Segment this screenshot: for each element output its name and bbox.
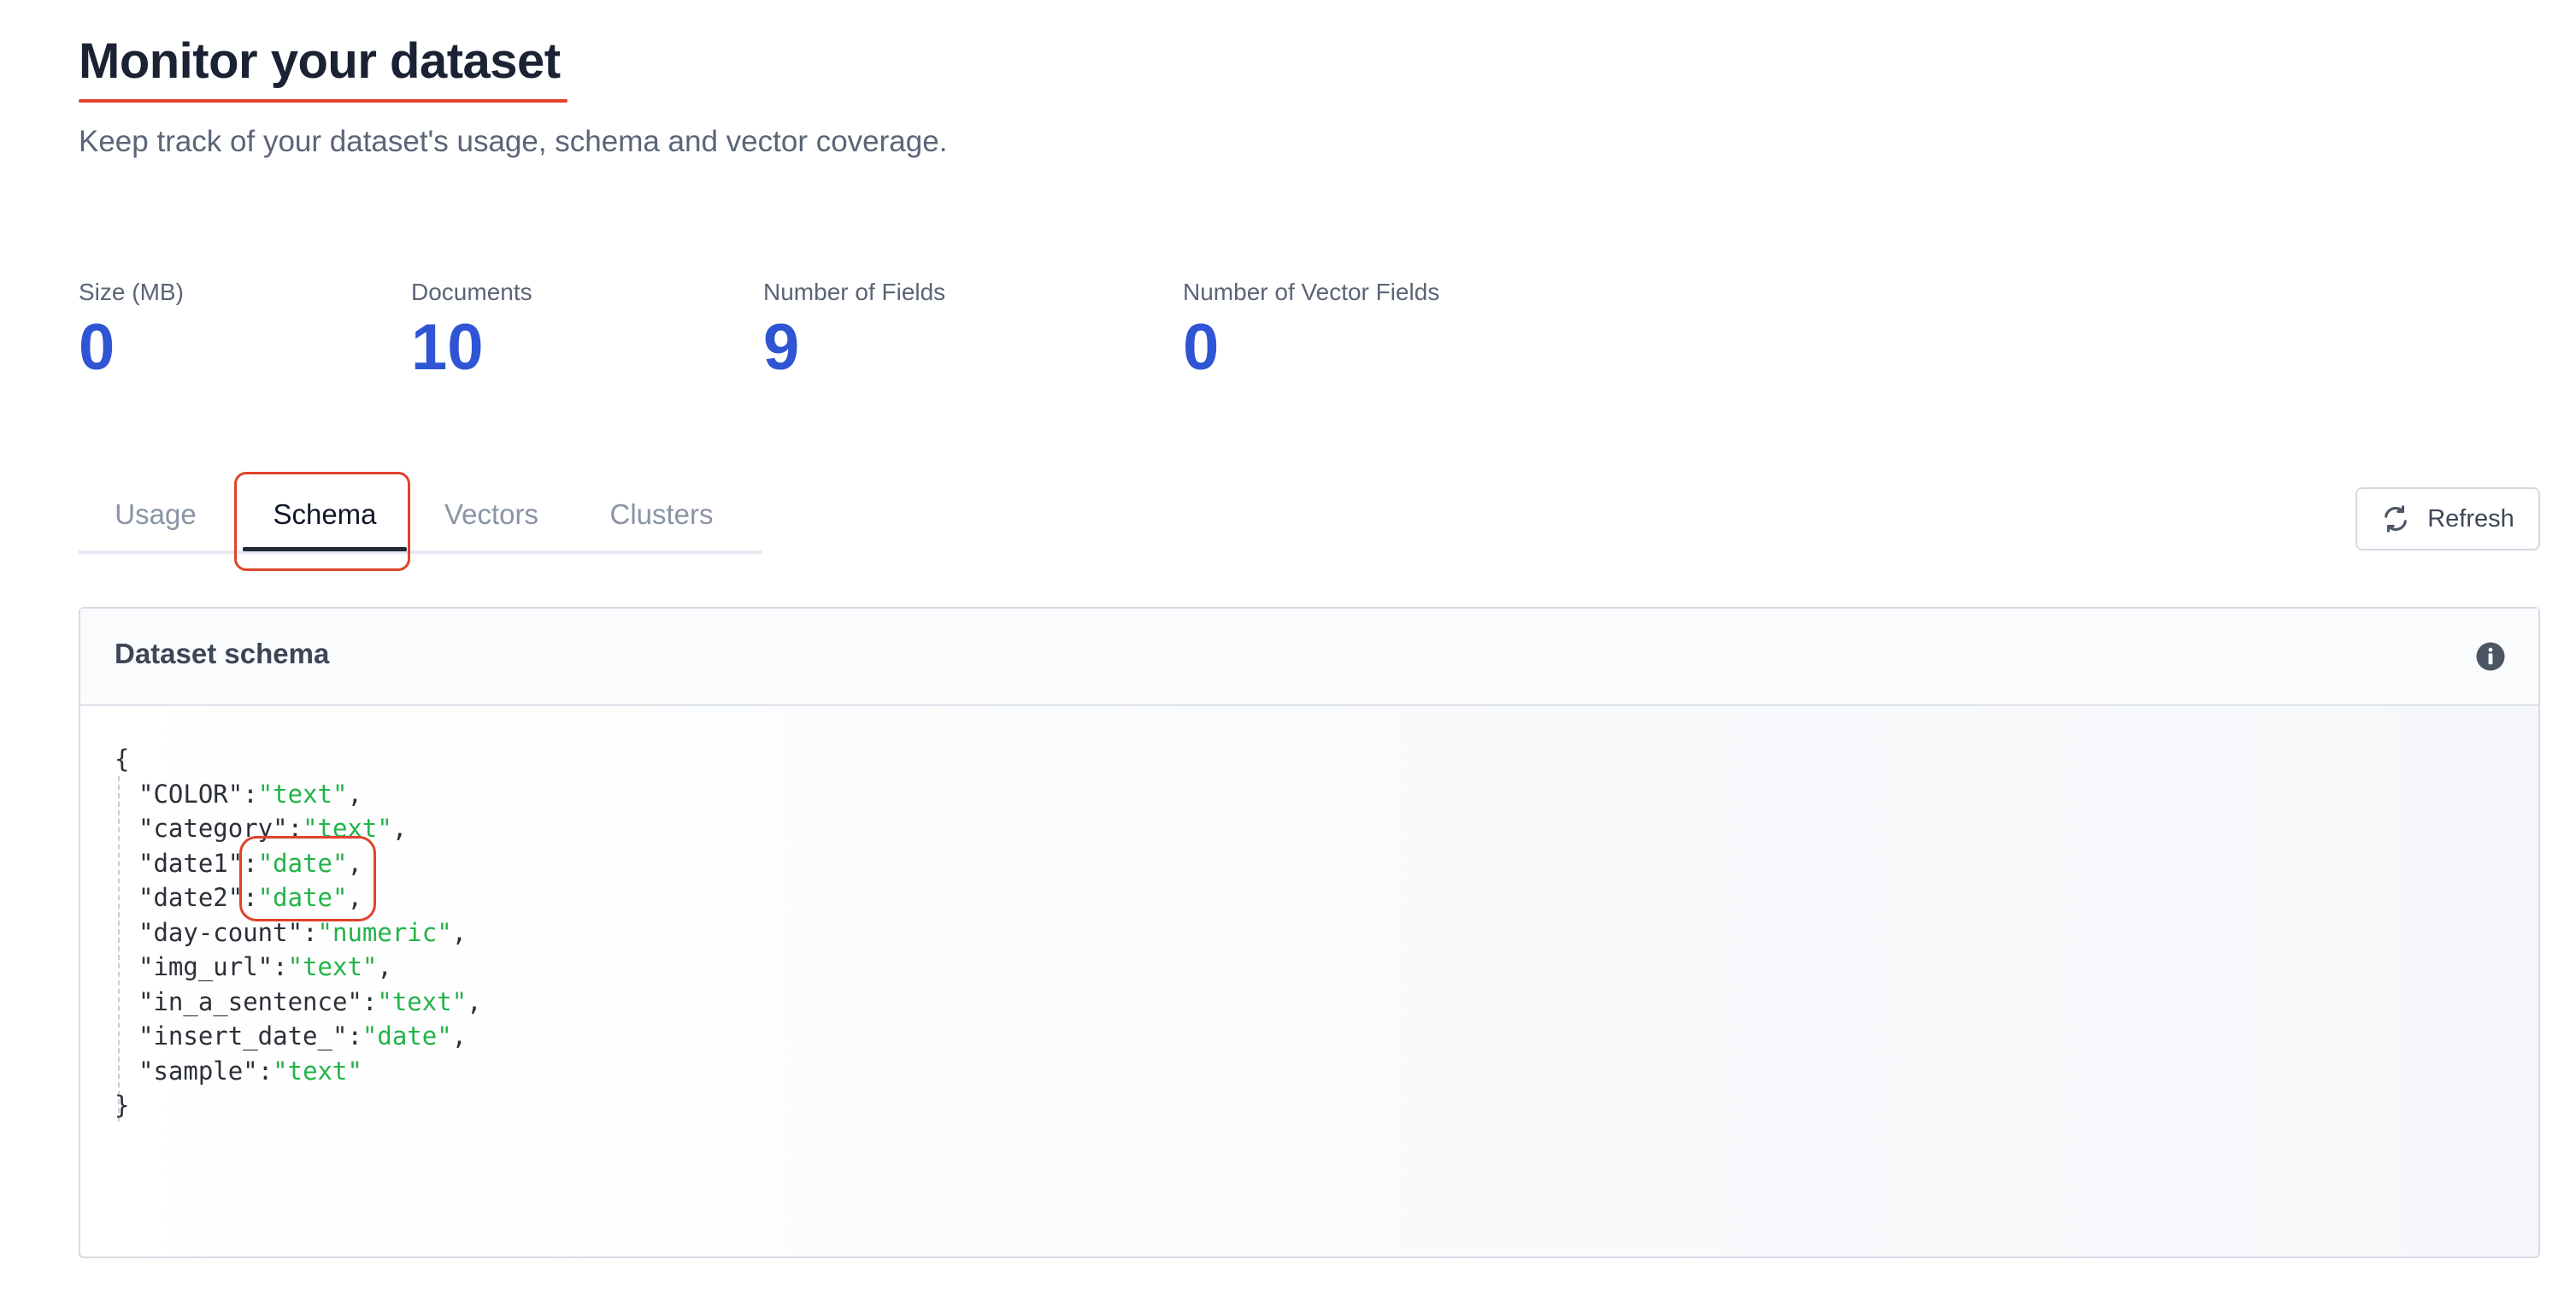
stat-label: Number of Fields [763, 279, 946, 305]
stat-value: 0 [79, 311, 115, 384]
schema-field-separator: , [391, 814, 408, 843]
tab-usage[interactable]: Usage [113, 479, 198, 550]
stat-value: 10 [411, 311, 484, 384]
schema-field-key: "day-count" [138, 917, 303, 947]
stat-value: 9 [763, 311, 800, 384]
stat-number-of-fields: Number of Fields 9 [763, 275, 945, 386]
date-fields-highlight-annotation [239, 836, 376, 921]
schema-field-type: "numeric" [317, 917, 452, 947]
title-underline-annotation [79, 99, 568, 103]
close-brace: } [115, 1091, 130, 1120]
schema-field-separator: , [451, 1021, 468, 1051]
stat-number-of-vector-fields: Number of Vector Fields 0 [1183, 275, 1439, 386]
tab-clusters[interactable]: Clusters [595, 479, 728, 550]
dataset-schema-panel: Dataset schema { "COLOR":"text", "categor… [79, 607, 2540, 1258]
stat-label: Size (MB) [79, 279, 184, 305]
schema-field-line: "img_url":"text", [138, 952, 392, 981]
stat-label: Number of Vector Fields [1183, 279, 1440, 305]
schema-field-key: "img_url" [138, 952, 273, 981]
schema-field-line: "sample":"text" [138, 1056, 362, 1086]
schema-field-key: "sample" [138, 1056, 258, 1086]
page-subtitle: Keep track of your dataset's usage, sche… [79, 125, 948, 158]
tab-vectors[interactable]: Vectors [429, 479, 554, 550]
page-title: Monitor your dataset [79, 33, 561, 89]
schema-field-line: "insert_date_":"date", [138, 1021, 468, 1051]
info-icon[interactable] [2475, 641, 2506, 672]
schema-field-type: "date" [362, 1021, 452, 1051]
panel-header: Dataset schema [80, 609, 2538, 706]
schema-field-type: "text" [273, 1056, 362, 1086]
monitor-page: Monitor your dataset Keep track of your … [79, 0, 2540, 1289]
schema-tab-highlight-annotation [234, 472, 410, 571]
schema-field-line: "in_a_sentence":"text", [138, 986, 482, 1016]
stat-size: Size (MB) 0 [79, 275, 184, 386]
schema-field-key: "insert_date_" [138, 1021, 348, 1051]
schema-field-separator: , [467, 986, 482, 1016]
stat-value: 0 [1183, 311, 1220, 384]
refresh-button[interactable]: Refresh [2355, 487, 2540, 550]
tab-bar: Usage Schema Vectors Clusters [79, 479, 762, 554]
schema-field-line: "COLOR":"text", [138, 779, 362, 809]
schema-field-type: "text" [287, 952, 378, 981]
refresh-icon [2385, 505, 2408, 533]
stat-documents: Documents 10 [411, 275, 532, 386]
schema-field-separator: , [347, 779, 362, 809]
schema-field-type: "text" [257, 779, 348, 809]
schema-field-key: "date2" [138, 883, 244, 912]
schema-field-key: "COLOR" [138, 779, 244, 809]
refresh-label: Refresh [2427, 504, 2514, 533]
stat-label: Documents [411, 279, 532, 305]
schema-code-block: { "COLOR":"text", "category":"text", "date… [115, 742, 482, 1123]
schema-field-type: "text" [377, 986, 468, 1016]
open-brace: { [115, 745, 130, 774]
schema-field-key: "in_a_sentence" [138, 986, 362, 1016]
panel-title: Dataset schema [115, 638, 330, 669]
schema-field-separator: , [377, 952, 392, 981]
schema-field-key: "date1" [138, 848, 244, 878]
schema-field-separator: , [451, 917, 468, 947]
